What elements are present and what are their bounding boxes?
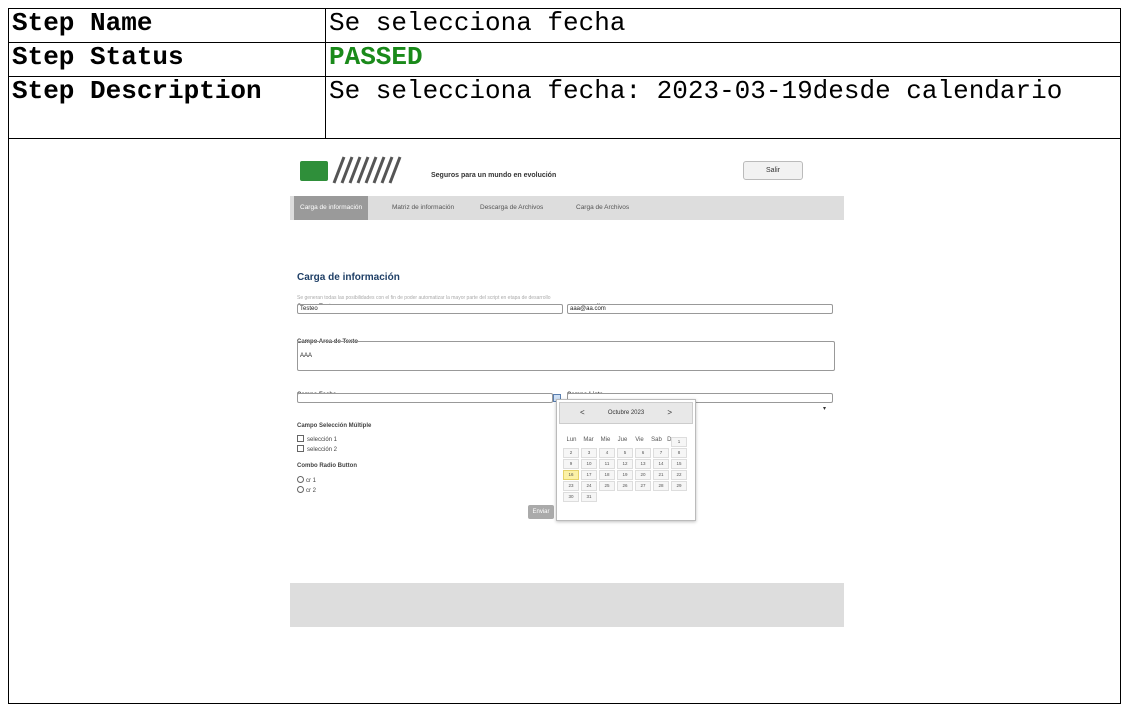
datepicker-day-21[interactable]: 21	[653, 470, 669, 480]
nav-carga-informacion[interactable]: Carga de información	[294, 196, 369, 220]
submit-button[interactable]: Enviar	[528, 505, 554, 519]
nav-matriz-informacion[interactable]: Matriz de información	[386, 196, 460, 220]
step-name-label: Step Name	[8, 8, 326, 43]
datepicker-day-12[interactable]: 12	[617, 459, 633, 469]
radio-cr2-label: cr 2	[306, 488, 317, 494]
app-footer	[290, 583, 844, 627]
datepicker-prev-button[interactable]: <	[580, 403, 585, 423]
datepicker-header: < Octubre 2023 >	[559, 402, 693, 424]
datepicker-day-7[interactable]: 7	[653, 448, 669, 458]
datepicker-day-22[interactable]: 22	[671, 470, 687, 480]
datepicker-next-button[interactable]: >	[667, 403, 672, 423]
logo-square-icon	[300, 161, 328, 181]
datepicker-day-19[interactable]: 19	[617, 470, 633, 480]
checkbox-icon[interactable]	[297, 445, 304, 452]
datepicker-day-2[interactable]: 2	[563, 448, 579, 458]
datepicker-day-28[interactable]: 28	[653, 481, 669, 491]
datepicker-day-18[interactable]: 18	[599, 470, 615, 480]
step-name-value: Se selecciona fecha	[325, 8, 1121, 43]
logo-wordmark-icon	[332, 156, 402, 184]
app-header: Seguros para un mundo en evolución Salir	[289, 149, 845, 189]
step-status-label: Step Status	[8, 42, 326, 77]
step-status-value: PASSED	[325, 42, 1121, 77]
datepicker-day-14[interactable]: 14	[653, 459, 669, 469]
main-nav: Carga de información Matriz de informaci…	[290, 196, 844, 220]
datepicker-day-20[interactable]: 20	[635, 470, 651, 480]
datepicker-day-13[interactable]: 13	[635, 459, 651, 469]
radio-icon[interactable]	[297, 486, 304, 493]
datepicker-day-1[interactable]: 1	[671, 437, 687, 447]
step-description-value: Se selecciona fecha: 2023-03-19desde cal…	[325, 76, 1121, 139]
datepicker-day-5[interactable]: 5	[617, 448, 633, 458]
datepicker-day-15[interactable]: 15	[671, 459, 687, 469]
datepicker-day-8[interactable]: 8	[671, 448, 687, 458]
datepicker-day-11[interactable]: 11	[599, 459, 615, 469]
chevron-down-icon: ▾	[823, 406, 827, 412]
step-report-table: Step Name Se selecciona fecha Step Statu…	[8, 8, 1121, 704]
datepicker-day-16[interactable]: 16	[563, 470, 579, 480]
campo-area-textarea[interactable]: AAA	[297, 341, 835, 371]
datepicker-month-label: Octubre 2023	[607, 410, 645, 416]
datepicker-day-25[interactable]: 25	[599, 481, 615, 491]
screenshot-cell: Seguros para un mundo en evolución Salir…	[8, 138, 1121, 704]
app-screenshot: Seguros para un mundo en evolución Salir…	[289, 149, 845, 639]
campo-mail-input[interactable]: aaa@aa.com	[567, 304, 833, 314]
nav-carga-archivos[interactable]: Carga de Archivos	[570, 196, 635, 220]
datepicker-day-9[interactable]: 9	[563, 459, 579, 469]
datepicker-day-24[interactable]: 24	[581, 481, 597, 491]
datepicker-day-4[interactable]: 4	[599, 448, 615, 458]
radio-cr2-row[interactable]: cr 2	[297, 477, 316, 505]
datepicker-day-30[interactable]: 30	[563, 492, 579, 502]
datepicker-day-29[interactable]: 29	[671, 481, 687, 491]
datepicker-day-27[interactable]: 27	[635, 481, 651, 491]
campo-fecha-input[interactable]	[297, 393, 553, 403]
datepicker-day-6[interactable]: 6	[635, 448, 651, 458]
datepicker-popup: < Octubre 2023 > LunMarMieJueVieSabDom 1…	[556, 399, 696, 521]
datepicker-day-31[interactable]: 31	[581, 492, 597, 502]
datepicker-day-3[interactable]: 3	[581, 448, 597, 458]
datepicker-day-23[interactable]: 23	[563, 481, 579, 491]
logout-button[interactable]: Salir	[743, 161, 803, 180]
datepicker-day-17[interactable]: 17	[581, 470, 597, 480]
datepicker-day-26[interactable]: 26	[617, 481, 633, 491]
nav-descarga-archivos[interactable]: Descarga de Archivos	[474, 196, 549, 220]
datepicker-day-10[interactable]: 10	[581, 459, 597, 469]
step-description-label: Step Description	[8, 76, 326, 139]
tagline: Seguros para un mundo en evolución	[431, 172, 557, 179]
brand-logo	[300, 155, 410, 185]
campo-texto-input[interactable]: Testeo	[297, 304, 563, 314]
